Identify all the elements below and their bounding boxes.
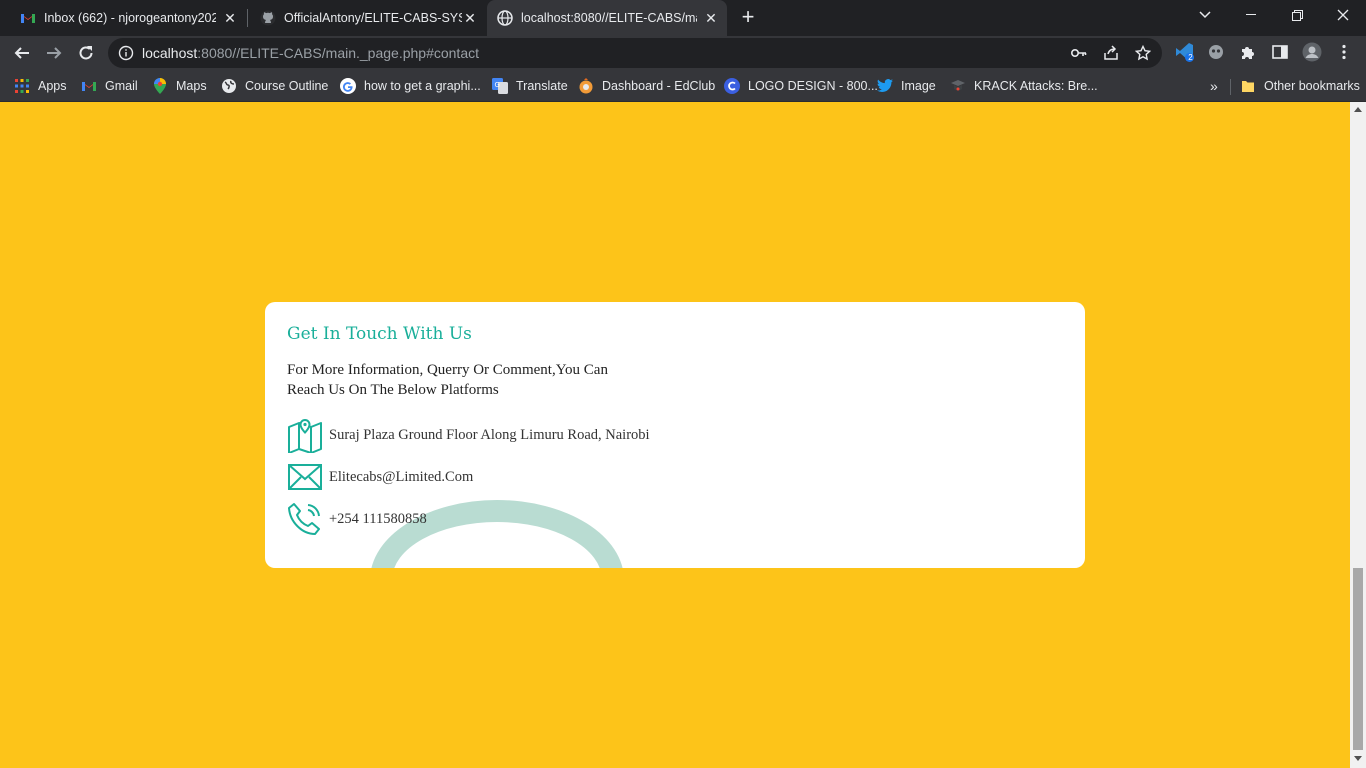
url-text: localhost:8080//ELITE-CABS/main._page.ph… [142,45,479,61]
contact-phone-row: +254 111580858 [287,501,427,537]
krack-icon [950,78,966,94]
envelope-icon [288,464,322,490]
bookmark-translate[interactable]: G Translate [492,76,568,96]
side-panel-icon[interactable] [1269,41,1291,63]
contact-description: For More Information, Querry Or Comment,… [287,362,608,398]
close-tab-icon[interactable]: ✕ [462,10,478,26]
vscode-extension-icon[interactable]: 2 [1174,41,1196,63]
bookmark-logo-design[interactable]: LOGO DESIGN - 800... [724,76,878,96]
contact-address-row: Suraj Plaza Ground Floor Along Limuru Ro… [287,417,650,453]
contact-card: Get In Touch With Us For More Informatio… [265,302,1085,568]
tab-title: OfficialAntony/ELITE-CABS-SYSTE [284,11,462,25]
url-host: localhost [142,45,198,61]
bookmark-apps[interactable]: Apps [14,76,67,96]
puzzle-extensions-icon[interactable] [1237,41,1259,63]
share-icon[interactable] [1102,44,1120,62]
contact-title: Get In Touch With Us [287,324,472,344]
bookmark-how-to-get-a-graphic[interactable]: how to get a graphi... [340,76,481,96]
gmail-icon [81,78,97,94]
contact-phone-text[interactable]: +254 111580858 [329,511,427,528]
scroll-up-arrow-icon[interactable] [1354,107,1362,112]
tab-strip: Inbox (662) - njorogeantony2020 ✕ Offici… [0,0,1366,36]
scrollbar-thumb[interactable] [1353,568,1363,750]
bookmark-course-outline[interactable]: Course Outline [221,76,328,96]
bookmark-label: Other bookmarks [1264,79,1360,93]
extension-badge: 2 [1188,53,1193,62]
contact-address-text: Suraj Plaza Ground Floor Along Limuru Ro… [329,426,650,443]
bookmark-label: Apps [38,79,67,93]
globe-icon [221,78,237,94]
scroll-down-arrow-icon[interactable] [1354,756,1362,761]
more-bookmarks-chevron[interactable]: » [1210,76,1218,96]
bookmark-label: Gmail [105,79,138,93]
google-icon [340,78,356,94]
bookmark-gmail[interactable]: Gmail [81,76,138,96]
page-scrollbar[interactable] [1350,102,1366,768]
bookmark-label: Course Outline [245,79,329,93]
reload-icon[interactable] [72,39,100,67]
back-arrow-icon[interactable] [8,39,36,67]
github-icon [260,10,276,26]
tab-title: Inbox (662) - njorogeantony2020 [44,11,216,25]
translate-icon: G [492,78,508,94]
edclub-icon [578,78,594,94]
site-info-icon[interactable] [118,45,134,61]
bookmark-image[interactable]: Image [877,76,936,96]
canva-icon [724,78,740,94]
bookmarks-divider [1230,79,1231,95]
twitter-icon [877,78,893,94]
page-viewport: Get In Touch With Us For More Informatio… [0,102,1350,768]
bookmark-maps[interactable]: Maps [152,76,207,96]
tab-github-repo[interactable]: OfficialAntony/ELITE-CABS-SYSTE ✕ [248,0,486,36]
new-tab-button[interactable]: + [737,6,759,28]
browser-toolbar: localhost:8080//ELITE-CABS/main._page.ph… [0,36,1366,70]
globe-icon [497,10,513,26]
tab-gmail-inbox[interactable]: Inbox (662) - njorogeantony2020 ✕ [0,0,246,36]
apps-grid-icon [14,78,30,94]
minimize-icon[interactable] [1228,0,1274,30]
bookmark-label: Image [901,79,936,93]
bookmark-label: LOGO DESIGN - 800... [748,79,878,93]
bookmarks-bar: Apps Gmail Maps Course Outline how to ge… [0,70,1366,102]
key-icon[interactable] [1070,44,1088,62]
bookmark-label: Translate [516,79,568,93]
bookmark-label: Dashboard - EdClub [602,79,716,93]
contact-email-row: Elitecabs@Limited.Com [287,459,473,495]
bookmark-star-icon[interactable] [1134,44,1152,62]
address-bar[interactable]: localhost:8080//ELITE-CABS/main._page.ph… [108,38,1162,68]
bookmark-krack-attacks[interactable]: KRACK Attacks: Bre... [950,76,1098,96]
bookmark-label: KRACK Attacks: Bre... [974,79,1098,93]
folder-icon [1240,78,1256,94]
url-path: :8080//ELITE-CABS/main._page.php#contact [197,45,479,61]
close-tab-icon[interactable]: ✕ [703,10,719,26]
contact-email-text[interactable]: Elitecabs@Limited.Com [329,469,473,486]
bookmark-label: Maps [176,79,207,93]
profile-avatar-icon[interactable] [1301,41,1323,63]
bookmark-label: how to get a graphi... [364,79,481,93]
restore-icon[interactable] [1274,0,1320,30]
map-icon [288,418,322,453]
phone-icon [288,503,320,535]
other-bookmarks-folder[interactable]: Other bookmarks [1240,76,1360,96]
tab-title: localhost:8080//ELITE-CABS/main [521,11,697,25]
close-tab-icon[interactable]: ✕ [222,10,238,26]
forward-arrow-icon[interactable] [40,39,68,67]
ghost-extension-icon[interactable] [1205,41,1227,63]
svg-text:G: G [495,81,500,89]
tab-localhost-active[interactable]: localhost:8080//ELITE-CABS/main ✕ [487,0,727,36]
gmail-icon [20,10,36,26]
close-window-icon[interactable] [1320,0,1366,30]
chrome-menu-kebab-icon[interactable] [1333,41,1355,63]
bookmark-dashboard-edclub[interactable]: Dashboard - EdClub [578,76,715,96]
tab-search-chevron-icon[interactable] [1182,0,1228,30]
maps-icon [152,78,168,94]
